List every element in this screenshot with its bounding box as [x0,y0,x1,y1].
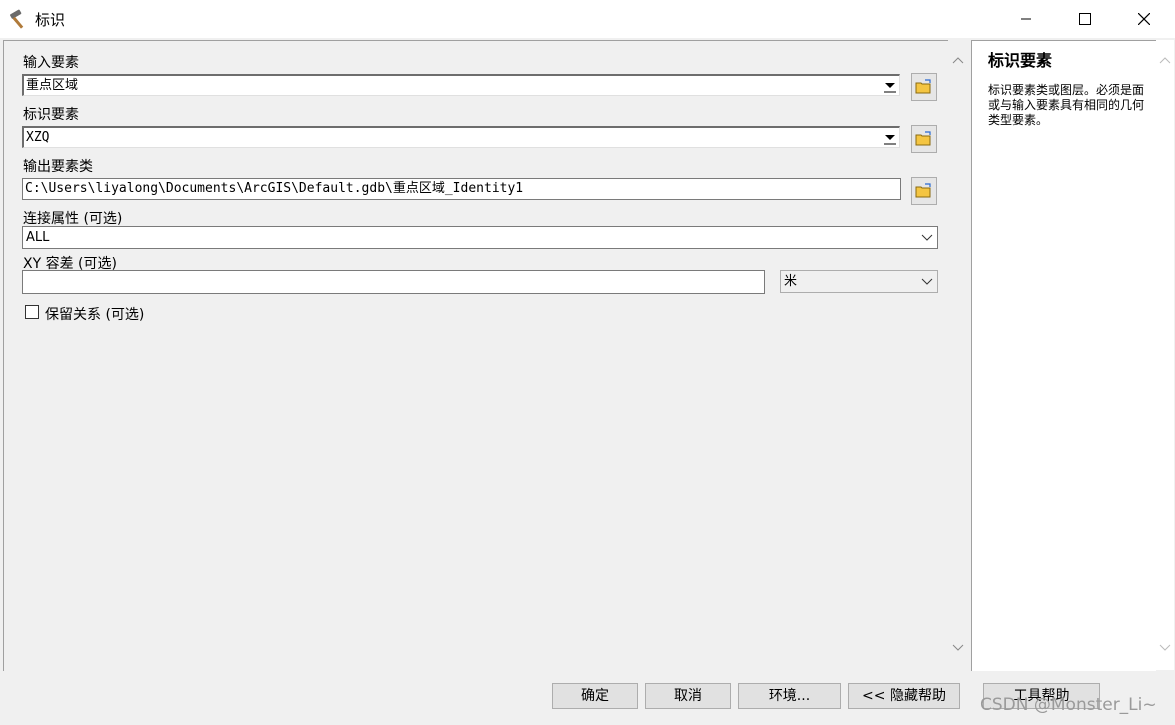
ok-button[interactable]: 确定 [552,683,638,709]
chevron-down-icon[interactable] [882,129,898,147]
input-features-value: 重点区域 [26,78,79,93]
help-pane [971,40,1156,671]
scroll-up-icon[interactable] [951,54,965,68]
help-scrollbar[interactable] [1156,40,1174,670]
scroll-up-icon[interactable] [1158,54,1172,68]
window-title: 标识 [35,11,66,29]
input-features-combo[interactable]: 重点区域 [22,74,900,96]
scroll-down-icon[interactable] [951,640,965,654]
hammer-icon [8,8,30,30]
cancel-button[interactable]: 取消 [645,683,731,709]
title-bar[interactable]: 标识 [0,0,1175,38]
watermark: CSDN @Monster_Li~ [980,695,1157,715]
identity-features-label: 标识要素 [23,107,79,123]
help-body: 标识要素类或图层。必须是面或与输入要素具有相同的几何类型要素。 [988,83,1145,127]
output-feature-class-input[interactable]: C:\Users\liyalong\Documents\ArcGIS\Defau… [22,178,901,200]
identity-features-browse-button[interactable] [911,125,937,153]
input-features-browse-button[interactable] [911,73,937,101]
input-features-label: 输入要素 [23,55,79,71]
maximize-button[interactable] [1056,0,1114,38]
hide-help-button[interactable]: << 隐藏帮助 [848,683,960,709]
minimize-icon [1021,18,1031,20]
identity-features-combo[interactable]: XZQ [22,126,900,148]
xy-tolerance-input[interactable] [22,270,765,294]
chevron-down-icon [921,278,933,285]
help-title: 标识要素 [988,51,1053,70]
minimize-button[interactable] [997,0,1055,38]
chevron-down-icon[interactable] [882,77,898,95]
chevron-down-icon [921,234,933,241]
close-icon [1138,13,1150,25]
folder-icon [915,79,931,94]
folder-icon [915,131,931,146]
join-attributes-value: ALL [26,230,50,245]
join-attributes-label: 连接属性 (可选) [23,211,123,227]
scroll-down-icon[interactable] [1158,640,1172,654]
parameters-scrollbar[interactable] [948,40,968,670]
xy-tolerance-unit-value: 米 [784,274,798,289]
close-button[interactable] [1115,0,1173,38]
keep-relationships-label[interactable]: 保留关系 (可选) [45,304,144,324]
maximize-icon [1079,13,1091,25]
output-feature-class-value: C:\Users\liyalong\Documents\ArcGIS\Defau… [25,181,524,196]
join-attributes-select[interactable]: ALL [22,226,938,249]
xy-tolerance-unit-select[interactable]: 米 [780,270,938,293]
keep-relationships-checkbox[interactable] [25,305,39,319]
output-feature-class-label: 输出要素类 [23,159,93,175]
identity-features-value: XZQ [26,130,50,145]
folder-icon [915,183,931,198]
environments-button[interactable]: 环境... [738,683,841,709]
output-browse-button[interactable] [911,177,937,205]
